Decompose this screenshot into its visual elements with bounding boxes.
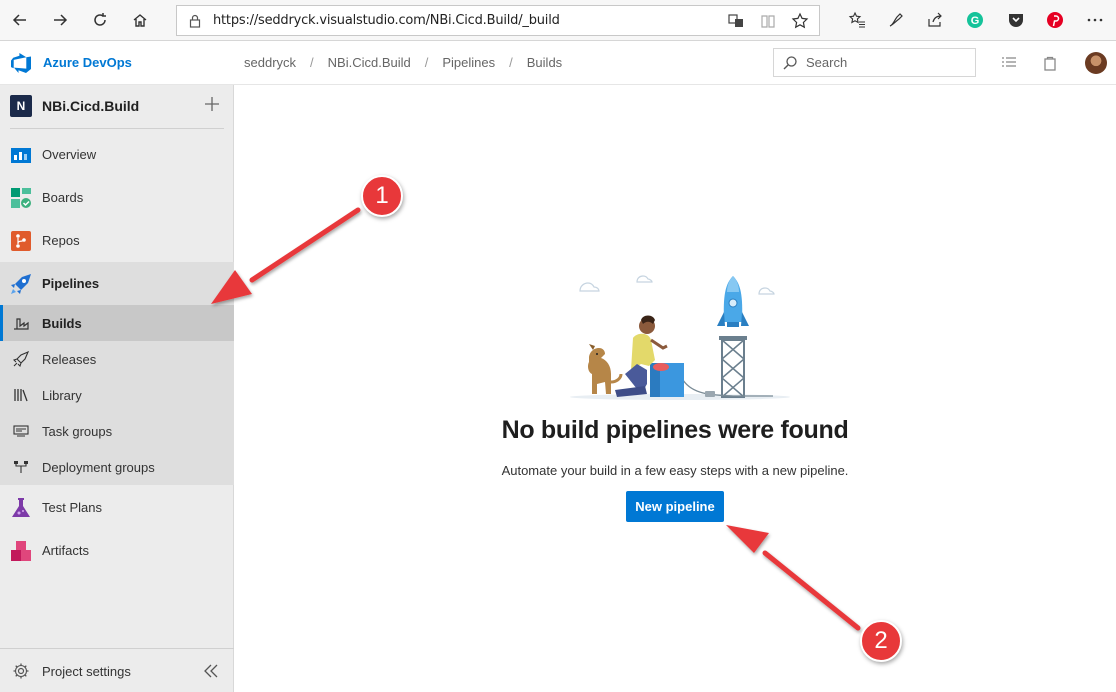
releases-icon	[13, 351, 29, 367]
gear-icon	[13, 663, 29, 679]
pipelines-group: Pipelines Builds Releases Library Task g…	[0, 262, 234, 485]
home-button[interactable]	[128, 8, 152, 32]
forward-button[interactable]	[48, 8, 72, 32]
svg-text:G: G	[971, 15, 980, 27]
pinterest-icon	[1047, 12, 1063, 28]
grammarly-button[interactable]: G	[964, 9, 986, 31]
share-icon	[928, 12, 942, 27]
pinterest-button[interactable]	[1044, 9, 1066, 31]
sidebar-item-label: Artifacts	[42, 543, 89, 558]
app-header: Azure DevOps seddryck / NBi.Cicd.Build /…	[0, 41, 1116, 85]
sidebar-subitem-label: Deployment groups	[42, 459, 155, 475]
sidebar: N NBi.Cicd.Build Overview Boards Repos P…	[0, 85, 234, 692]
project-name: NBi.Cicd.Build	[42, 98, 140, 114]
browser-toolbar: https://seddryck.visualstudio.com/NBi.Ci…	[0, 0, 1116, 41]
project-badge: N	[10, 95, 32, 117]
boards-icon	[11, 187, 31, 208]
sidebar-subitem-library[interactable]: Library	[0, 377, 234, 413]
breadcrumb-separator: /	[310, 55, 314, 70]
sidebar-subitem-label: Library	[42, 387, 82, 403]
artifacts-icon	[11, 540, 31, 561]
breadcrumb-project[interactable]: NBi.Cicd.Build	[328, 55, 411, 70]
empty-state-title: No build pipelines were found	[501, 416, 849, 444]
sidebar-item-label: Boards	[42, 190, 84, 205]
sidebar-item-boards[interactable]: Boards	[0, 176, 234, 219]
search-box[interactable]	[773, 48, 976, 77]
address-bar[interactable]: https://seddryck.visualstudio.com/NBi.Ci…	[176, 5, 820, 36]
list-icon[interactable]	[1000, 54, 1018, 72]
annotation-arrow-2	[726, 525, 861, 631]
sidebar-subitem-builds[interactable]: Builds	[0, 305, 234, 341]
avatar[interactable]	[1085, 52, 1107, 74]
forward-arrow-icon	[54, 14, 68, 26]
sidebar-subitem-label: Task groups	[42, 423, 113, 439]
project-settings-label: Project settings	[42, 664, 131, 679]
sidebar-item-repos[interactable]: Repos	[0, 219, 234, 262]
translate-icon[interactable]	[727, 12, 745, 30]
grammarly-icon: G	[967, 12, 983, 28]
sidebar-item-overview[interactable]: Overview	[0, 133, 234, 176]
sidebar-subitem-releases[interactable]: Releases	[0, 341, 234, 377]
sidebar-item-label: Overview	[42, 147, 97, 162]
breadcrumb-builds[interactable]: Builds	[527, 55, 562, 70]
sidebar-subitem-task-groups[interactable]: Task groups	[0, 413, 234, 449]
lock-icon	[189, 14, 201, 28]
project-settings[interactable]: Project settings	[0, 648, 234, 692]
project-header[interactable]: N NBi.Cicd.Build	[0, 85, 234, 128]
pocket-button[interactable]	[1005, 9, 1027, 31]
sidebar-subitem-label: Releases	[42, 351, 97, 367]
search-input[interactable]	[806, 55, 966, 70]
breadcrumb-pipelines[interactable]: Pipelines	[442, 55, 495, 70]
more-button[interactable]	[1084, 9, 1106, 31]
builds-icon	[14, 318, 29, 330]
sidebar-item-label: Pipelines	[42, 276, 100, 291]
favorites-button[interactable]	[846, 9, 868, 31]
plus-icon[interactable]	[203, 95, 221, 113]
sidebar-item-artifacts[interactable]: Artifacts	[0, 529, 234, 572]
favorite-star-icon[interactable]	[791, 12, 809, 30]
notes-button[interactable]	[885, 9, 907, 31]
breadcrumb-separator: /	[424, 55, 429, 70]
new-pipeline-button[interactable]: New pipeline	[626, 491, 724, 522]
sidebar-item-test-plans[interactable]: Test Plans	[0, 486, 234, 529]
favorites-list-icon	[848, 11, 865, 28]
test-plans-icon	[12, 497, 30, 517]
share-button[interactable]	[924, 9, 946, 31]
refresh-button[interactable]	[88, 8, 112, 32]
deployment-groups-icon	[14, 461, 28, 473]
sidebar-item-label: Test Plans	[42, 500, 102, 515]
sidebar-item-pipelines[interactable]: Pipelines	[0, 262, 234, 305]
azure-devops-logo-icon[interactable]	[11, 52, 33, 74]
pocket-icon	[1009, 14, 1023, 27]
annotation-marker-1: 1	[361, 175, 403, 217]
empty-state-illustration	[570, 275, 790, 400]
collapse-chevron-icon[interactable]	[202, 662, 220, 680]
pen-icon	[889, 13, 903, 27]
sidebar-subitem-label: Builds	[42, 315, 82, 331]
sidebar-item-label: Repos	[42, 233, 80, 248]
ellipsis-icon	[1087, 18, 1103, 22]
url-text: https://seddryck.visualstudio.com/NBi.Ci…	[213, 13, 560, 28]
breadcrumb-organization[interactable]: seddryck	[244, 55, 296, 70]
sidebar-subitem-deployment-groups[interactable]: Deployment groups	[0, 449, 234, 485]
empty-state-description: Automate your build in a few easy steps …	[501, 463, 849, 478]
annotation-marker-2: 2	[860, 620, 902, 662]
back-button[interactable]	[8, 8, 32, 32]
divider	[10, 128, 224, 129]
back-arrow-icon	[12, 14, 26, 26]
pipelines-icon	[11, 273, 31, 294]
brand-name[interactable]: Azure DevOps	[43, 55, 132, 70]
repos-icon	[11, 230, 31, 251]
shopping-bag-icon[interactable]	[1041, 54, 1059, 72]
breadcrumb: seddryck / NBi.Cicd.Build / Pipelines / …	[244, 55, 562, 70]
breadcrumb-separator: /	[509, 55, 513, 70]
overview-icon	[11, 147, 31, 163]
task-groups-icon	[13, 425, 29, 437]
refresh-icon	[94, 13, 106, 26]
search-icon	[783, 55, 797, 69]
home-icon	[133, 14, 147, 27]
reading-view-icon[interactable]	[759, 12, 777, 30]
library-icon	[14, 389, 28, 402]
